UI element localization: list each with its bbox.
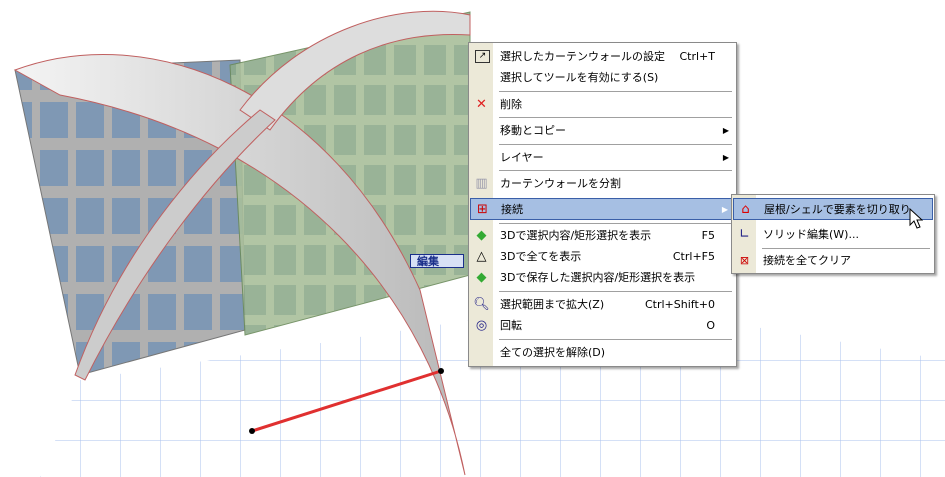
menu-item-move-copy[interactable]: 移動とコピー ▶ [470,120,735,141]
solid-edit-icon: ∟ [739,227,750,242]
show-all-3d-icon: △ [476,249,487,264]
zoom-to-selection-icon: 🔍︎ [473,297,490,312]
delete-icon: ✕ [476,97,487,112]
orbit-icon: ◎ [475,318,488,333]
menu-item-split-curtain-wall[interactable]: ▥ カーテンウォールを分割 [470,173,735,194]
menu-item-zoom-to-selection[interactable]: 🔍︎ 選択範囲まで拡大(Z) Ctrl+Shift+0 [470,294,735,315]
show-saved-selection-3d-icon: ◆ [476,270,487,285]
submenu-item-trim-to-roof[interactable]: ⌂ 屋根/シェルで要素を切り取り [733,198,933,220]
menu-item-curtain-wall-settings[interactable]: ↗ 選択したカーテンウォールの設定 Ctrl+T [470,46,735,67]
submenu-arrow-icon: ▶ [721,205,728,214]
split-curtain-wall-icon: ▥ [475,176,488,191]
menu-item-show-selection-3d[interactable]: ◆ 3Dで選択内容/矩形選択を表示 F5 [470,225,735,246]
show-selection-3d-icon: ◆ [476,228,487,243]
menu-item-show-all-3d[interactable]: △ 3Dで全てを表示 Ctrl+F5 [470,246,735,267]
submenu-item-clear-connections[interactable]: ⊠ 接続を全てクリア [733,250,933,271]
trim-to-roof-icon: ⌂ [741,202,750,217]
submenu-arrow-icon: ▶ [722,153,729,162]
curtain-wall-settings-icon: ↗ [475,50,490,63]
submenu-arrow-icon: ▶ [722,126,729,135]
menu-item-orbit[interactable]: ◎ 回転 O [470,315,735,336]
menu-item-deselect-all[interactable]: 全ての選択を解除(D) [470,342,735,363]
menu-item-connect[interactable]: ⊞ 接続 ▶ [470,198,735,220]
context-menu: ↗ 選択したカーテンウォールの設定 Ctrl+T 選択してツールを有効にする(S) … [468,42,737,367]
menu-item-select-activate-tool[interactable]: 選択してツールを有効にする(S) [470,67,735,88]
edit-label[interactable]: 編集 [410,254,464,268]
connect-icon: ⊞ [477,202,488,217]
mouse-cursor-icon [909,208,923,229]
connect-submenu: ⌂ 屋根/シェルで要素を切り取り ∟ ソリッド編集(W)... ⊠ 接続を全てクリア [731,194,935,274]
menu-item-layer[interactable]: レイヤー ▶ [470,147,735,168]
menu-item-delete[interactable]: ✕ 削除 [470,94,735,115]
clear-connections-icon: ⊠ [739,254,750,267]
submenu-item-solid-edit[interactable]: ∟ ソリッド編集(W)... [733,224,933,245]
menu-item-show-saved-selection-3d[interactable]: ◆ 3Dで保存した選択内容/矩形選択を表示 [470,267,735,288]
